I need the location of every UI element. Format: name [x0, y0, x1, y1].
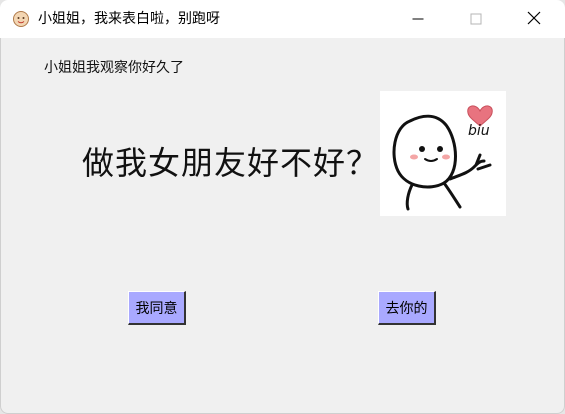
minimize-button[interactable] — [389, 0, 447, 38]
minimize-icon — [412, 10, 424, 29]
refuse-button[interactable]: 去你的 — [378, 291, 436, 325]
question-heading: 做我女朋友好不好？ — [82, 144, 380, 182]
cartoon-sticker-image: biu — [380, 91, 506, 216]
close-button[interactable] — [505, 0, 563, 38]
face-app-icon — [12, 10, 30, 28]
title-bar[interactable]: 小姐姐，我来表白啦，别跑呀 — [0, 0, 565, 38]
app-window: 小姐姐，我来表白啦，别跑呀 小姐姐我观察你好久了 做我女朋友好不好？ biu 我… — [0, 0, 565, 414]
agree-button[interactable]: 我同意 — [128, 291, 186, 325]
subtitle-label: 小姐姐我观察你好久了 — [44, 60, 184, 76]
window-title: 小姐姐，我来表白啦，别跑呀 — [38, 11, 220, 27]
close-icon — [527, 10, 541, 29]
maximize-icon — [470, 10, 482, 29]
sticker-text: biu — [468, 123, 490, 139]
maximize-button[interactable] — [447, 0, 505, 38]
